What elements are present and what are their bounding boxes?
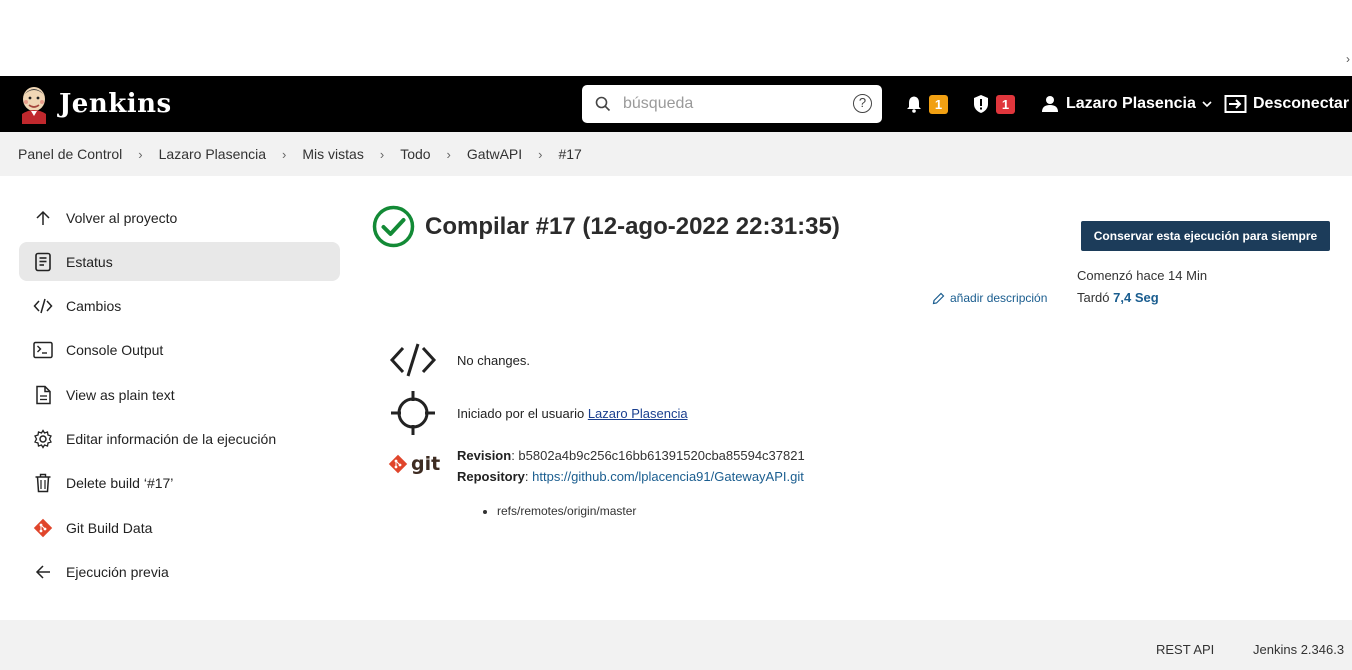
sidebar-item-label: Console Output xyxy=(66,342,164,359)
build-title-row: Compilar #17 (12-ago-2022 22:31:35) xyxy=(372,205,1072,248)
revision-line: Revision: b5802a4b9c256c16bb61391520cba8… xyxy=(457,448,805,463)
jenkins-logo-icon xyxy=(22,87,46,124)
sidebar-item-label: Cambios xyxy=(66,298,122,315)
footer: REST API Jenkins 2.346.3 xyxy=(0,620,1352,670)
gear-icon xyxy=(33,429,53,449)
add-description-label: añadir descripción xyxy=(950,291,1048,305)
keep-build-forever-button[interactable]: Conservar esta ejecución para siempre xyxy=(1081,221,1330,251)
shield-icon xyxy=(974,95,988,113)
document-icon xyxy=(33,252,53,272)
git-icon xyxy=(33,518,53,538)
trash-icon xyxy=(33,473,53,493)
terminal-icon xyxy=(33,340,53,360)
list-item: refs/remotes/origin/master xyxy=(497,501,805,522)
notifications-button[interactable]: 1 xyxy=(905,76,948,132)
arrow-left-icon xyxy=(33,562,53,582)
search-icon xyxy=(595,96,611,112)
started-by-row: Iniciado por el usuario Lazaro Plasencia xyxy=(388,388,688,438)
sidebar-item-label: Volver al proyecto xyxy=(66,209,178,226)
repository-line: Repository: https://github.com/lplacenci… xyxy=(457,469,804,484)
repository-link[interactable]: https://github.com/lplacencia91/GatewayA… xyxy=(532,469,804,484)
sidebar-item-edit-build-info[interactable]: Editar información de la ejecución xyxy=(19,419,340,458)
started-by-user-link[interactable]: Lazaro Plasencia xyxy=(588,406,688,421)
logout-icon xyxy=(1224,95,1247,113)
logout-label: Desconectar xyxy=(1253,95,1350,112)
chevron-right-icon[interactable]: › xyxy=(380,147,384,162)
sidebar-item-label: Estatus xyxy=(66,253,113,270)
browser-top-area: › xyxy=(0,0,1352,76)
target-icon xyxy=(388,388,438,438)
add-description-link[interactable]: añadir descripción xyxy=(932,291,1047,305)
sidebar-item-status[interactable]: Estatus xyxy=(19,242,340,282)
code-icon xyxy=(33,296,53,316)
file-text-icon xyxy=(33,385,53,405)
top-header: Jenkins ? 1 1 Lazaro Plasencia xyxy=(0,76,1352,132)
git-logo: git xyxy=(388,453,440,475)
git-logo-text: git xyxy=(411,453,441,475)
main-content: Compilar #17 (12-ago-2022 22:31:35) añad… xyxy=(372,205,1072,518)
breadcrumb-project[interactable]: GatwAPI xyxy=(467,146,522,162)
breadcrumb-my-views[interactable]: Mis vistas xyxy=(302,146,363,162)
security-warnings-button[interactable]: 1 xyxy=(972,76,1015,132)
security-count-badge: 1 xyxy=(996,94,1015,114)
repository-label: Repository xyxy=(457,469,525,484)
sidebar-item-plain-text[interactable]: View as plain text xyxy=(19,375,340,414)
breadcrumb-dashboard[interactable]: Panel de Control xyxy=(18,146,122,162)
code-icon xyxy=(388,335,438,385)
breadcrumb-user[interactable]: Lazaro Plasencia xyxy=(159,146,266,162)
chevron-right-icon[interactable]: › xyxy=(538,147,542,162)
sidebar-item-label: Editar información de la ejecución xyxy=(66,430,277,447)
chevron-down-icon xyxy=(1202,101,1212,108)
user-icon xyxy=(1042,96,1058,112)
breadcrumb-all[interactable]: Todo xyxy=(400,146,430,162)
changes-text: No changes. xyxy=(457,352,530,368)
sidebar-item-label: View as plain text xyxy=(66,386,175,403)
chevron-right-icon[interactable]: › xyxy=(447,147,451,162)
breadcrumb-build[interactable]: #17 xyxy=(558,146,581,162)
duration-prefix: Tardó xyxy=(1077,290,1110,305)
changes-row: No changes. xyxy=(388,335,530,385)
started-by-text: Iniciado por el usuario Lazaro Plasencia xyxy=(457,406,688,421)
chevron-right-icon: › xyxy=(1346,52,1350,66)
logout-button[interactable]: Desconectar xyxy=(1224,76,1349,132)
duration-link[interactable]: 7,4 Seg xyxy=(1113,290,1159,305)
user-menu[interactable]: Lazaro Plasencia xyxy=(1041,76,1213,132)
sidebar-item-label: Ejecución previa xyxy=(66,563,169,580)
chevron-right-icon[interactable]: › xyxy=(138,147,142,162)
refs-list: refs/remotes/origin/master xyxy=(457,501,805,522)
search-box: ? xyxy=(582,85,882,123)
sidebar-item-git-build-data[interactable]: Git Build Data xyxy=(19,508,340,547)
pencil-icon xyxy=(932,292,945,304)
sidebar: Volver al proyecto Estatus Cambios Conso… xyxy=(19,198,340,597)
user-name: Lazaro Plasencia xyxy=(1066,95,1196,112)
rest-api-link[interactable]: REST API xyxy=(1156,642,1214,657)
git-icon xyxy=(388,454,408,474)
jenkins-home-link[interactable]: Jenkins xyxy=(18,84,172,124)
revision-hash: b5802a4b9c256c16bb61391520cba85594c37821 xyxy=(518,448,805,463)
duration-text: Tardó 7,4 Seg xyxy=(1077,290,1159,305)
page-title: Compilar #17 (12-ago-2022 22:31:35) xyxy=(425,212,840,240)
sidebar-item-label: Delete build ‘#17’ xyxy=(66,475,174,492)
chevron-right-icon[interactable]: › xyxy=(282,147,286,162)
sidebar-item-previous-build[interactable]: Ejecución previa xyxy=(19,552,340,591)
arrow-up-icon xyxy=(33,208,53,228)
sidebar-item-label: Git Build Data xyxy=(66,519,153,536)
notifications-count-badge: 1 xyxy=(929,94,948,114)
success-check-icon xyxy=(372,205,415,248)
breadcrumb: Panel de Control › Lazaro Plasencia › Mi… xyxy=(0,132,1352,176)
revision-label: Revision xyxy=(457,448,512,463)
brand-name: Jenkins xyxy=(59,89,172,119)
started-ago-text: Comenzó hace 14 Min xyxy=(1077,268,1208,283)
jenkins-version-link[interactable]: Jenkins 2.346.3 xyxy=(1253,642,1344,657)
git-details: Revision: b5802a4b9c256c16bb61391520cba8… xyxy=(457,445,805,522)
sidebar-item-changes[interactable]: Cambios xyxy=(19,287,340,326)
sidebar-item-console-output[interactable]: Console Output xyxy=(19,331,340,370)
sidebar-item-back-to-project[interactable]: Volver al proyecto xyxy=(19,198,340,237)
sidebar-item-delete-build[interactable]: Delete build ‘#17’ xyxy=(19,464,340,503)
help-icon[interactable]: ? xyxy=(853,94,872,113)
started-by-prefix: Iniciado por el usuario xyxy=(457,405,585,421)
search-input[interactable] xyxy=(623,95,838,113)
bell-icon xyxy=(907,96,921,113)
